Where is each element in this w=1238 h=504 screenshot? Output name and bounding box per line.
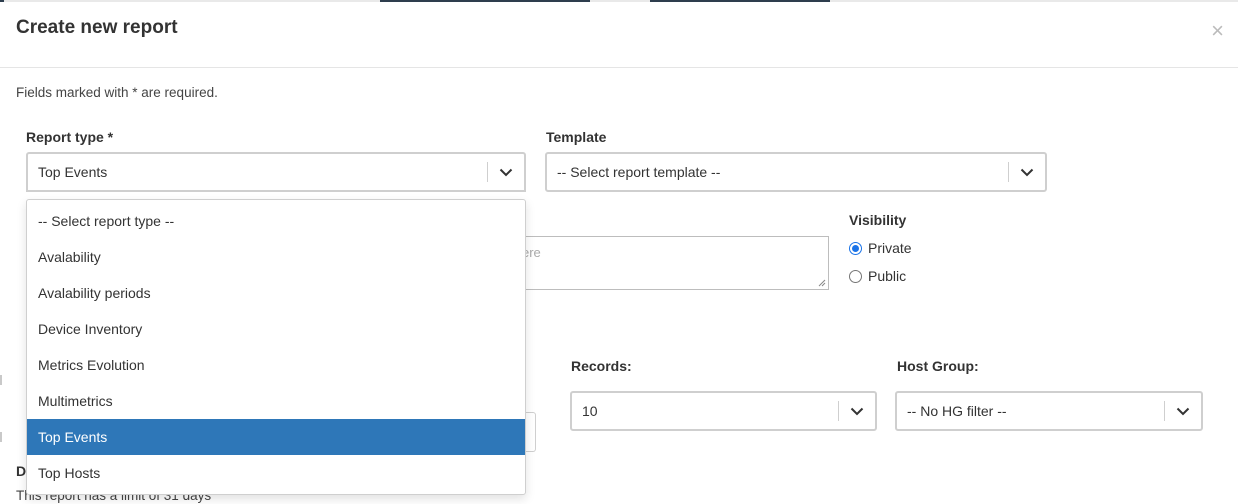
visibility-private-option[interactable]: Private xyxy=(849,240,912,256)
report-type-option[interactable]: Device Inventory xyxy=(27,311,525,347)
template-label: Template xyxy=(546,129,607,145)
radio-public-label: Public xyxy=(868,268,907,284)
template-select[interactable]: -- Select report template -- xyxy=(545,152,1047,192)
report-type-label: Report type * xyxy=(26,129,114,145)
host-group-value: -- No HG filter -- xyxy=(907,403,1007,419)
date-section-label: D xyxy=(16,463,27,479)
report-type-value: Top Events xyxy=(38,164,108,180)
host-group-label: Host Group: xyxy=(897,358,979,374)
report-type-option[interactable]: Metrics Evolution xyxy=(27,347,525,383)
resize-grip-icon[interactable] xyxy=(818,279,826,287)
required-fields-note: Fields marked with * are required. xyxy=(16,85,218,100)
chevron-down-icon[interactable] xyxy=(1009,154,1045,190)
radio-public[interactable] xyxy=(849,269,862,283)
close-icon[interactable]: × xyxy=(1211,20,1224,42)
report-type-option[interactable]: Avalability periods xyxy=(27,275,525,311)
left-edge-mark xyxy=(0,375,2,385)
left-edge-mark xyxy=(0,432,2,442)
report-type-dropdown: -- Select report type -- Avalability Ava… xyxy=(26,199,526,495)
radio-private[interactable] xyxy=(849,241,862,255)
create-report-modal: Create new report × Fields marked with *… xyxy=(0,0,1238,504)
records-value: 10 xyxy=(582,403,598,419)
template-value: -- Select report template -- xyxy=(557,164,721,180)
report-type-select[interactable]: Top Events xyxy=(26,152,526,192)
modal-header: Create new report × xyxy=(0,0,1238,68)
report-type-option-selected[interactable]: Top Events xyxy=(27,419,525,455)
chevron-down-icon[interactable] xyxy=(1165,393,1201,429)
radio-private-label: Private xyxy=(868,240,912,256)
records-select[interactable]: 10 xyxy=(570,391,877,431)
report-type-option[interactable]: -- Select report type -- xyxy=(27,200,525,239)
report-type-option[interactable]: Top Hosts xyxy=(27,455,525,491)
records-label: Records: xyxy=(571,358,632,374)
report-type-option[interactable]: Multimetrics xyxy=(27,383,525,419)
report-type-option[interactable]: Avalability xyxy=(27,239,525,275)
chevron-down-icon[interactable] xyxy=(488,154,524,190)
modal-title: Create new report xyxy=(16,17,178,38)
visibility-label: Visibility xyxy=(849,212,907,228)
chevron-down-icon[interactable] xyxy=(839,393,875,429)
host-group-select[interactable]: -- No HG filter -- xyxy=(895,391,1203,431)
description-textarea[interactable]: ere xyxy=(500,236,829,290)
visibility-public-option[interactable]: Public xyxy=(849,268,906,284)
